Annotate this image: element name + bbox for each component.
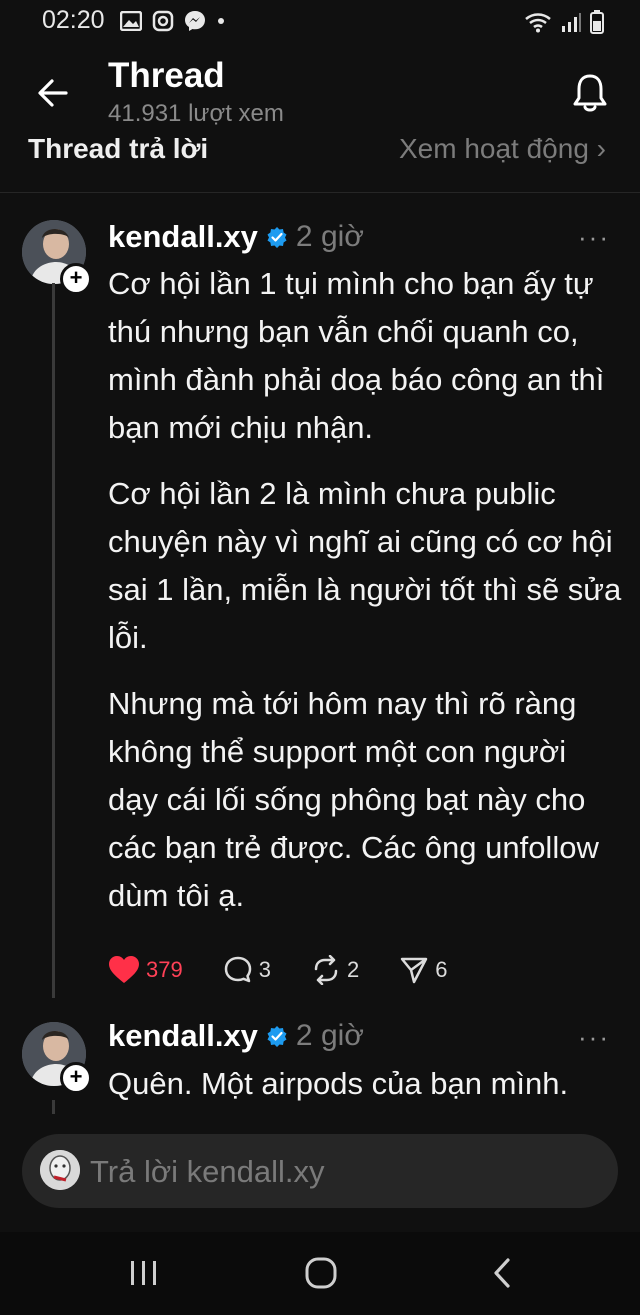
- signal-icon: [562, 13, 581, 32]
- notification-button[interactable]: [570, 72, 610, 119]
- post-paragraph: Cơ hội lần 1 tụi mình cho bạn ấy tự thú …: [108, 266, 605, 445]
- post-header: kendall.xy 2 giờ: [108, 219, 364, 255]
- follow-plus-button[interactable]: +: [60, 1062, 92, 1094]
- dot-icon: [218, 18, 224, 24]
- like-button[interactable]: 379: [108, 955, 183, 985]
- follow-plus-button[interactable]: +: [60, 263, 92, 295]
- post-paragraph: Quên. Một airpods của bạn mình.: [108, 1066, 569, 1101]
- more-options-button[interactable]: ···: [578, 1022, 610, 1053]
- section-row: Thread trả lời Xem hoạt động ›: [0, 130, 640, 170]
- chevron-left-icon: [494, 1258, 510, 1288]
- username[interactable]: kendall.xy: [108, 219, 258, 255]
- comment-button[interactable]: 3: [223, 955, 271, 985]
- thread-line: [52, 283, 55, 998]
- view-activity-link[interactable]: Xem hoạt động ›: [399, 133, 606, 165]
- replies-section-label: Thread trả lời: [28, 133, 209, 164]
- page-title: Thread: [108, 56, 225, 95]
- post-time: 2 giờ: [295, 220, 364, 253]
- home-icon: [305, 1257, 337, 1289]
- post-body: Cơ hội lần 1 tụi mình cho bạn ấy tự thú …: [108, 260, 623, 938]
- thread-line: [52, 1100, 55, 1114]
- heart-icon: [109, 956, 139, 983]
- post-actions: 379 3 2 6: [108, 955, 487, 985]
- battery-icon: [590, 10, 604, 34]
- messenger-icon: [185, 11, 205, 31]
- recent-apps-icon: [131, 1261, 156, 1285]
- repost-icon: [314, 955, 338, 985]
- repost-count: 2: [346, 957, 360, 982]
- wifi-icon: [525, 13, 551, 33]
- send-icon: [400, 957, 428, 984]
- status-time: 02:20: [42, 6, 105, 34]
- share-count: 6: [435, 957, 448, 982]
- comment-icon: [224, 956, 251, 983]
- post-paragraph: Nhưng mà tới hôm nay thì rõ ràng không t…: [108, 686, 599, 913]
- status-left-icons: [120, 10, 226, 32]
- comment-count: 3: [258, 957, 271, 982]
- verified-badge-icon: [267, 227, 287, 248]
- divider: [0, 192, 640, 193]
- recent-apps-button[interactable]: [128, 1258, 160, 1293]
- more-options-button[interactable]: ···: [578, 222, 610, 253]
- status-right-icons: [524, 10, 604, 34]
- instagram-icon: [152, 10, 174, 32]
- home-button[interactable]: [304, 1256, 338, 1295]
- like-count: 379: [146, 957, 183, 982]
- image-icon: [120, 11, 142, 31]
- username[interactable]: kendall.xy: [108, 1018, 258, 1054]
- current-user-avatar: [40, 1150, 80, 1190]
- post-body: Quên. Một airpods của bạn mình.: [108, 1060, 623, 1126]
- system-back-button[interactable]: [490, 1256, 514, 1295]
- view-count: 41.931 lượt xem: [108, 100, 284, 127]
- post-time: 2 giờ: [295, 1019, 364, 1052]
- post-paragraph: Cơ hội lần 2 là mình chưa public chuyện …: [108, 476, 622, 655]
- share-button[interactable]: 6: [399, 955, 447, 985]
- back-arrow-icon: [38, 79, 68, 107]
- reply-placeholder: Trả lời kendall.xy: [90, 1154, 325, 1189]
- verified-badge-icon: [267, 1026, 287, 1047]
- back-button[interactable]: [36, 76, 70, 115]
- repost-button[interactable]: 2: [311, 955, 359, 985]
- bell-icon: [573, 74, 607, 112]
- post-header: kendall.xy 2 giờ: [108, 1018, 364, 1054]
